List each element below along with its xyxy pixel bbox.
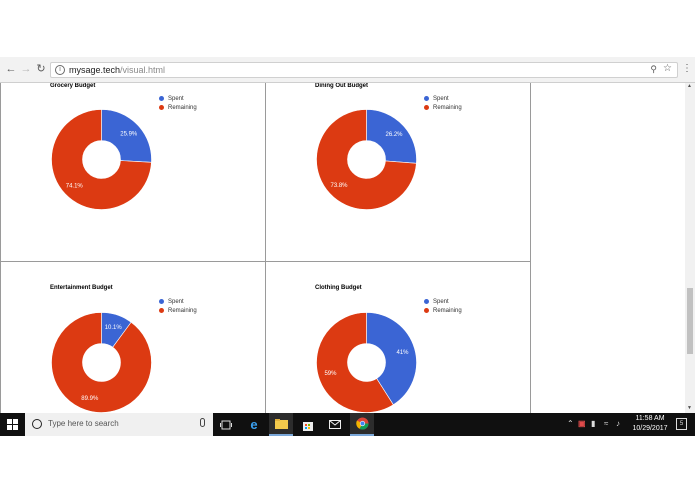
envelope-glyph [329, 420, 341, 429]
chart-legend: Spent Remaining [424, 94, 462, 112]
legend-swatch [424, 308, 429, 313]
taskbar-search-box[interactable]: Type here to search [25, 413, 213, 436]
clock-date[interactable]: 10/29/2017 [627, 425, 673, 432]
slice-label: 73.8% [330, 183, 348, 189]
scrollbar-thumb[interactable] [687, 288, 693, 354]
legend-label: Remaining [433, 104, 462, 111]
folder-glyph [274, 418, 288, 429]
legend-label: Spent [433, 95, 449, 102]
file-explorer-icon[interactable] [269, 413, 293, 436]
legend-label: Spent [168, 298, 184, 305]
chrome-logo-glyph [355, 417, 368, 430]
vertical-scrollbar[interactable]: ▲ ▼ [685, 83, 695, 413]
legend-item-spent: Spent [424, 94, 462, 103]
donut-chart: 26.2% 73.8% [316, 109, 417, 210]
wifi-icon[interactable]: ≈ [604, 419, 608, 428]
chart-title: Dining Out Budget [315, 83, 368, 89]
cortana-icon [32, 419, 42, 429]
slice-label: 25.9% [120, 132, 138, 138]
donut-slice-remaining[interactable] [51, 312, 152, 413]
mail-icon[interactable] [323, 413, 347, 436]
microphone-icon[interactable] [200, 418, 205, 427]
notification-count: 5 [679, 421, 684, 427]
action-center-icon[interactable]: 5 [676, 418, 687, 430]
legend-label: Remaining [168, 307, 197, 314]
url-text[interactable]: mysage.tech/visual.html [69, 64, 165, 77]
security-icon[interactable]: ▣ [578, 419, 586, 428]
forward-arrow-icon[interactable]: → [20, 63, 32, 75]
windows-taskbar: Type here to search e ⌃ ▣ ▮ ≈ ♪ 11:58 AM… [0, 413, 695, 436]
chart-cell-dining-out: Dining Out Budget 26.2% 73.8% Spent Remai… [266, 83, 530, 261]
url-host: mysage.tech [69, 65, 121, 75]
address-bar[interactable]: i mysage.tech/visual.html ⚲ ☆ [50, 62, 678, 78]
legend-item-remaining: Remaining [159, 306, 197, 315]
chart-cell-entertainment: Entertainment Budget 10.1% 89.9% Spent Re… [1, 262, 265, 413]
legend-item-remaining: Remaining [159, 103, 197, 112]
chart-title: Grocery Budget [50, 83, 96, 89]
chart-cell-clothing: Clothing Budget 41% 59% Spent Remaining [266, 262, 530, 413]
star-icon[interactable]: ☆ [663, 63, 672, 74]
page-viewport: Grocery Budget 25.9% 74.1% Spent Remainin… [0, 83, 685, 413]
chart-legend: Spent Remaining [159, 94, 197, 112]
edge-icon[interactable]: e [242, 413, 266, 436]
chart-title: Clothing Budget [315, 285, 362, 291]
legend-swatch [424, 96, 429, 101]
store-bag-glyph [303, 421, 313, 431]
legend-swatch [424, 299, 429, 304]
zoom-icon[interactable]: ⚲ [650, 64, 657, 75]
volume-icon[interactable]: ♪ [616, 419, 620, 428]
slice-label: 10.1% [105, 325, 123, 331]
grid-line [530, 83, 531, 413]
screen: ← → ↻ i mysage.tech/visual.html ⚲ ☆ ⋮ Gr… [0, 0, 695, 494]
start-button[interactable] [0, 413, 24, 436]
slice-label: 59% [324, 371, 337, 377]
legend-label: Spent [433, 298, 449, 305]
scroll-up-arrow-icon[interactable]: ▲ [687, 83, 692, 89]
task-view-icon[interactable] [214, 413, 238, 436]
slice-label: 41% [397, 350, 410, 356]
slice-label: 89.9% [81, 396, 99, 402]
legend-swatch [424, 105, 429, 110]
legend-swatch [159, 299, 164, 304]
legend-swatch [159, 105, 164, 110]
chart-cell-grocery: Grocery Budget 25.9% 74.1% Spent Remainin… [1, 83, 265, 261]
clock-time[interactable]: 11:58 AM [630, 415, 670, 422]
chevron-up-icon[interactable]: ⌃ [567, 419, 574, 428]
donut-chart: 41% 59% [316, 312, 417, 413]
task-view-glyph [220, 420, 232, 429]
legend-label: Remaining [433, 307, 462, 314]
chart-legend: Spent Remaining [159, 297, 197, 315]
legend-item-spent: Spent [159, 94, 197, 103]
legend-label: Spent [168, 95, 184, 102]
chart-title: Entertainment Budget [50, 285, 113, 291]
kebab-menu-icon[interactable]: ⋮ [682, 64, 692, 74]
legend-label: Remaining [168, 104, 197, 111]
legend-item-spent: Spent [424, 297, 462, 306]
donut-chart: 10.1% 89.9% [51, 312, 152, 413]
reload-icon[interactable]: ↻ [35, 63, 47, 75]
slice-label: 26.2% [385, 132, 403, 138]
donut-chart: 25.9% 74.1% [51, 109, 152, 210]
chrome-icon[interactable] [350, 413, 374, 436]
slice-label: 74.1% [66, 183, 84, 189]
back-arrow-icon[interactable]: ← [5, 63, 17, 75]
legend-swatch [159, 96, 164, 101]
chart-legend: Spent Remaining [424, 297, 462, 315]
search-placeholder: Type here to search [48, 419, 119, 428]
url-path: /visual.html [120, 65, 166, 75]
legend-swatch [159, 308, 164, 313]
info-icon[interactable]: i [55, 65, 65, 75]
store-icon[interactable] [296, 413, 320, 436]
legend-item-remaining: Remaining [424, 306, 462, 315]
battery-icon[interactable]: ▮ [591, 419, 595, 428]
legend-item-remaining: Remaining [424, 103, 462, 112]
windows-logo-icon [6, 419, 18, 430]
legend-item-spent: Spent [159, 297, 197, 306]
scroll-down-arrow-icon[interactable]: ▼ [687, 405, 692, 411]
